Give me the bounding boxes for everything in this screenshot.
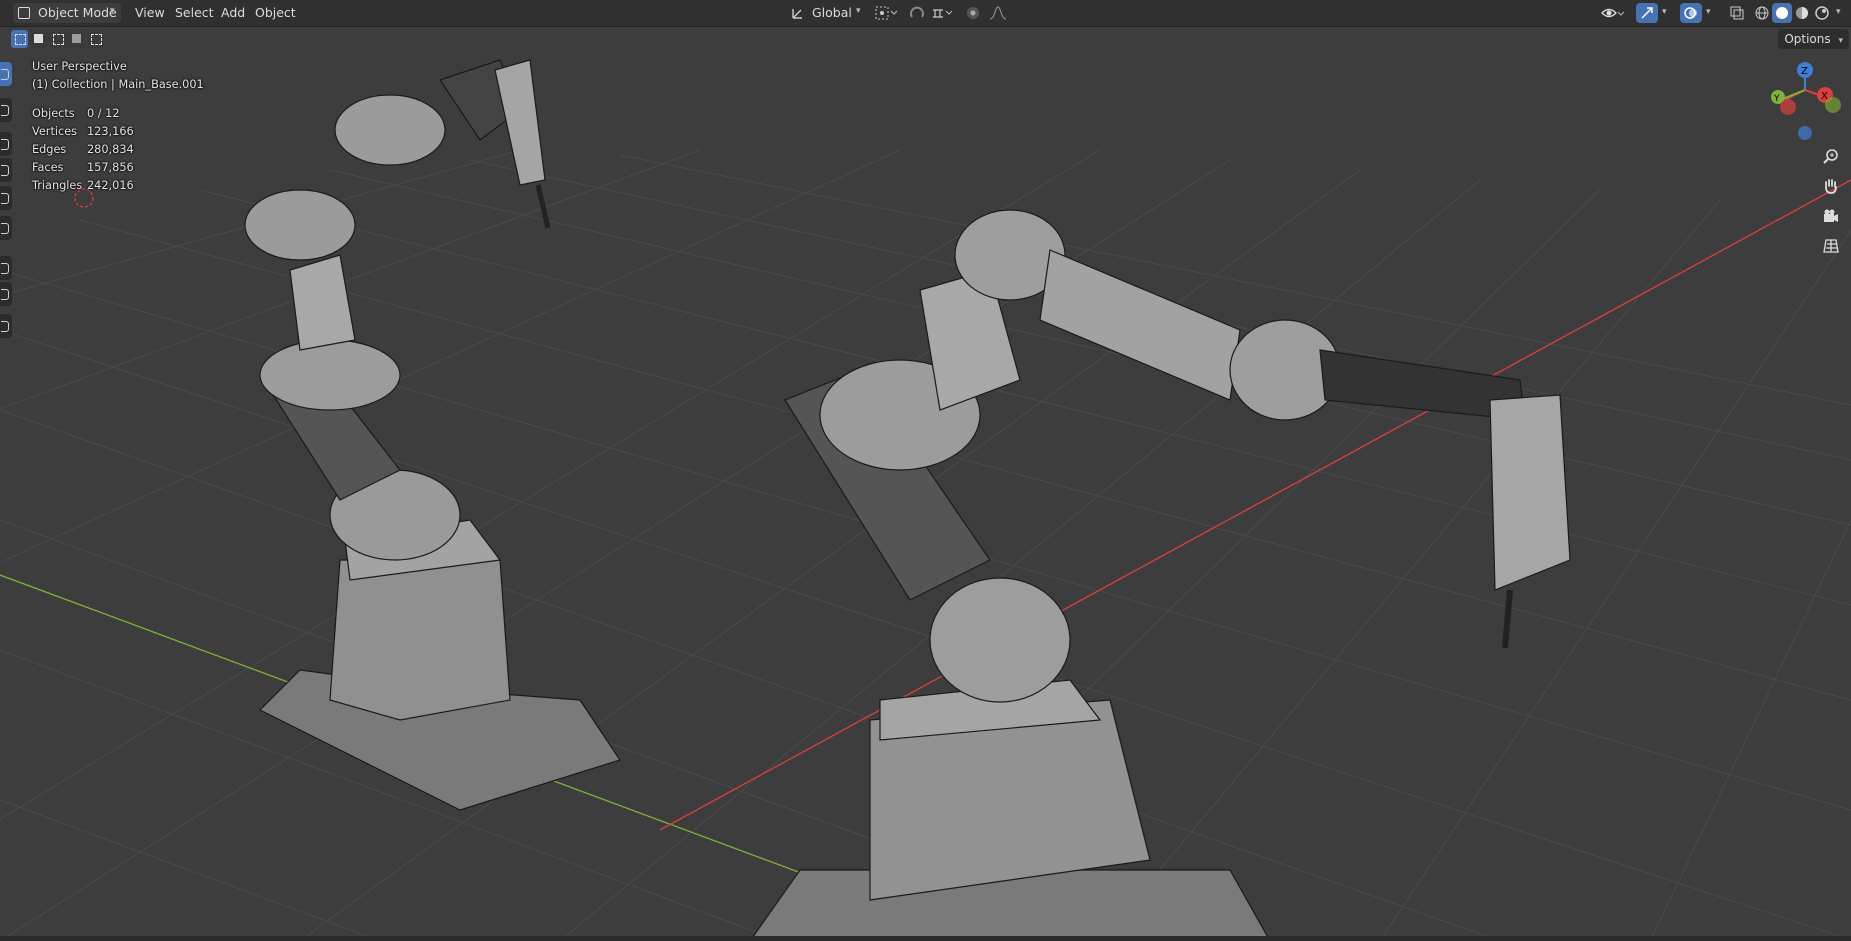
annotate-icon[interactable]	[0, 256, 12, 280]
camera-view-button[interactable]	[1818, 203, 1844, 229]
chevron-down-icon: ▾	[1838, 36, 1843, 46]
xray-icon	[1730, 6, 1744, 20]
measure-icon[interactable]	[0, 282, 12, 306]
tool-shelf	[0, 52, 13, 392]
visibility-icon	[1601, 8, 1625, 18]
overlay-icon	[1684, 7, 1697, 19]
falloff-icon	[989, 6, 1007, 20]
object-mode-icon	[18, 7, 30, 19]
rendered-shading-icon	[1815, 6, 1829, 20]
proportional-editing-toggle[interactable]	[962, 3, 984, 23]
snap-icon	[910, 6, 924, 18]
menu-object[interactable]: Object	[255, 4, 296, 22]
snap-increment-icon	[933, 9, 953, 18]
material-shading-button[interactable]	[1792, 3, 1812, 23]
collection-info: (1) Collection | Main_Base.001	[32, 78, 204, 91]
cursor-icon[interactable]	[0, 98, 12, 122]
gizmo-x-label: X	[1821, 91, 1828, 102]
mode-label: Object Mode	[38, 5, 117, 20]
stat-objects: Objects 0 / 12	[32, 107, 120, 120]
3d-viewport[interactable]: Z Y X	[0, 0, 1851, 941]
select-invert-icon[interactable]	[68, 30, 85, 48]
mode-dropdown[interactable]: Object Mode ▾	[13, 3, 121, 23]
solid-shading-button[interactable]	[1772, 3, 1792, 23]
transform-orientation-label: Global	[812, 5, 852, 20]
stat-triangles: Triangles 242,016	[32, 179, 134, 192]
chevron-down-icon[interactable]: ▾	[1836, 7, 1841, 17]
stat-faces: Faces 157,856	[32, 161, 134, 174]
gizmo-icon	[1641, 7, 1653, 19]
transform-orientation-icon	[792, 9, 802, 19]
menu-view[interactable]: View	[135, 4, 165, 22]
select-subtract-icon[interactable]	[49, 30, 66, 48]
ortho-toggle-button[interactable]	[1818, 233, 1844, 259]
gizmo-y-label: Y	[1773, 94, 1780, 104]
chevron-down-icon[interactable]: ▾	[1662, 7, 1667, 17]
chevron-down-icon: ▾	[856, 6, 861, 16]
transform-icon[interactable]	[0, 216, 12, 240]
transform-orientation-dropdown[interactable]: Global ▾	[786, 3, 866, 23]
rendered-shading-button[interactable]	[1812, 3, 1832, 23]
move-icon[interactable]	[0, 132, 12, 156]
camera-view-icon	[1824, 209, 1838, 222]
gizmo-neg-x-axis[interactable]	[1780, 99, 1796, 115]
select-intersect-icon[interactable]	[87, 30, 104, 48]
material-shading-icon	[1796, 7, 1808, 19]
visibility-dropdown[interactable]	[1598, 3, 1628, 23]
zoom-button[interactable]	[1818, 144, 1844, 170]
select-new-icon[interactable]	[11, 30, 28, 48]
pivot-point-button[interactable]	[872, 3, 902, 23]
chevron-down-icon[interactable]: ▾	[1706, 7, 1711, 17]
ortho-grid-icon	[1823, 239, 1839, 253]
viewport-header: Object Mode ▾ View Select Add Object Glo…	[0, 0, 1851, 27]
solid-shading-icon	[1776, 7, 1788, 19]
options-dropdown[interactable]: Options ▾	[1778, 29, 1849, 49]
pan-button[interactable]	[1818, 173, 1844, 199]
zoom-icon	[1823, 149, 1838, 164]
select-mode-buttons	[11, 30, 104, 48]
proportional-editing-icon	[967, 7, 979, 19]
chevron-down-icon: ▾	[110, 6, 115, 16]
menu-select[interactable]: Select	[175, 4, 214, 22]
overlay-toggle[interactable]	[1680, 3, 1702, 23]
gizmo-toggle[interactable]	[1636, 3, 1658, 23]
rotate-icon[interactable]	[0, 158, 12, 182]
xray-toggle[interactable]	[1726, 3, 1748, 23]
viewport-bottom-edge	[0, 936, 1851, 941]
add-cube-icon[interactable]	[0, 314, 12, 338]
select-box-icon[interactable]	[0, 62, 12, 86]
menu-add[interactable]: Add	[221, 4, 245, 22]
stat-vertices: Vertices 123,166	[32, 125, 134, 138]
pivot-point-icon	[875, 6, 898, 20]
scale-icon[interactable]	[0, 186, 12, 210]
blender-3d-viewport-window: Z Y X Object Mode ▾ View Select Add Obje…	[0, 0, 1851, 941]
snap-increment-dropdown[interactable]	[928, 3, 958, 23]
stat-edges: Edges 280,834	[32, 143, 134, 156]
view-name: User Perspective	[32, 60, 127, 73]
snap-toggle[interactable]	[906, 3, 928, 23]
gizmo-z-label: Z	[1801, 66, 1808, 77]
gizmo-neg-z-axis[interactable]	[1798, 126, 1812, 140]
select-extend-icon[interactable]	[30, 30, 47, 48]
pan-hand-icon	[1825, 179, 1837, 194]
falloff-dropdown[interactable]	[986, 3, 1016, 23]
wireframe-shading-button[interactable]	[1752, 3, 1772, 23]
options-label: Options	[1784, 32, 1831, 46]
wireframe-shading-icon	[1755, 6, 1769, 20]
